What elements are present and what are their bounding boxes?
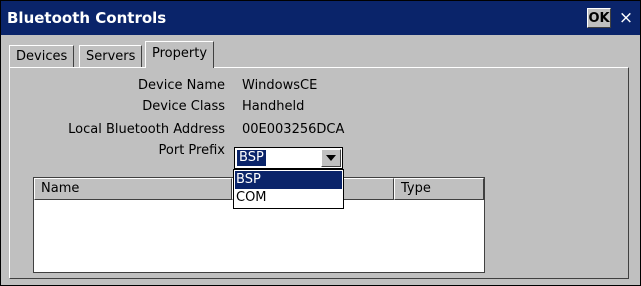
ok-button[interactable]: OK [587,8,611,28]
port-prefix-dropdown-list[interactable]: BSP COM [233,169,344,209]
local-bt-address-label: Local Bluetooth Address [68,122,225,137]
port-prefix-label: Port Prefix [158,143,225,158]
device-class-label: Device Class [142,99,225,114]
title-bar: Bluetooth Controls OK × [1,1,640,35]
bluetooth-controls-window: Bluetooth Controls OK × Devices Servers … [0,0,641,286]
close-button[interactable]: × [615,8,637,28]
device-name-label: Device Name [138,78,225,93]
dropdown-option-com[interactable]: COM [235,189,342,207]
window-title: Bluetooth Controls [7,9,167,27]
dropdown-option-bsp[interactable]: BSP [235,171,342,189]
tab-servers[interactable]: Servers [79,45,143,67]
tab-devices[interactable]: Devices [9,45,75,67]
device-name-value: WindowsCE [242,78,318,93]
property-labels: Device Name Device Class Local Bluetooth… [10,68,225,278]
local-bt-address-value: 00E003256DCA [242,122,345,137]
device-class-value: Handheld [242,99,305,114]
tab-property[interactable]: Property [145,41,215,68]
